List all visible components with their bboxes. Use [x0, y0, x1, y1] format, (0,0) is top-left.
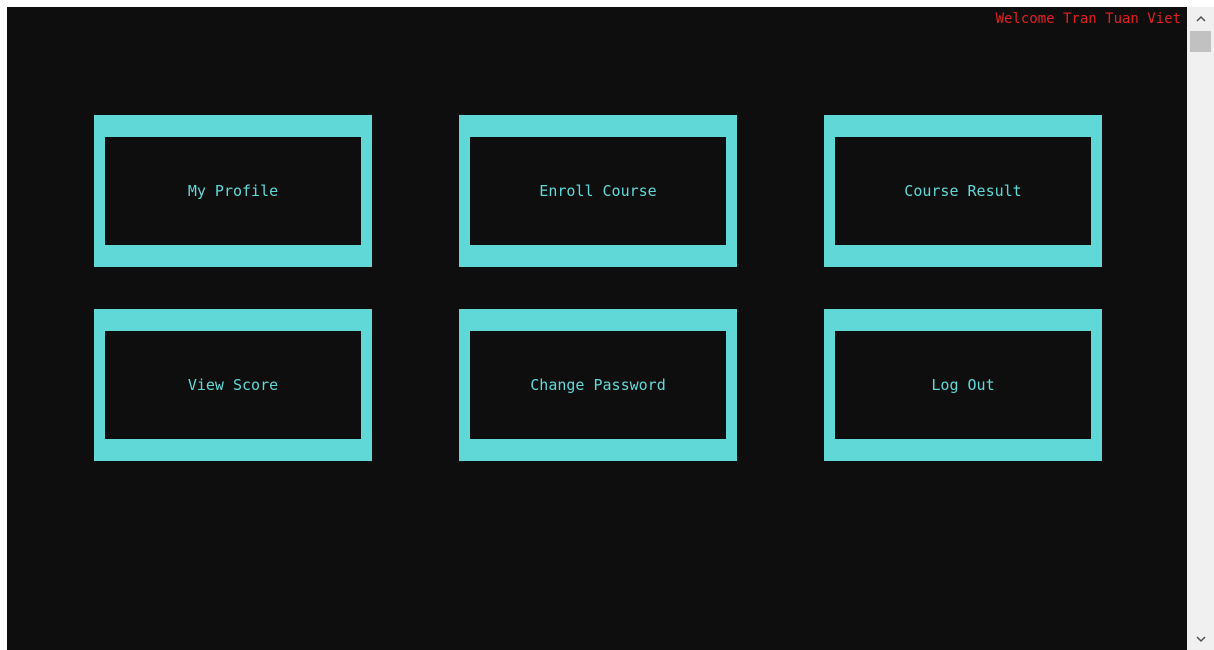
change-password-label: Change Password — [530, 376, 666, 394]
my-profile-label: My Profile — [187, 182, 279, 200]
course-result-button[interactable]: Course Result — [824, 115, 1102, 267]
change-password-button[interactable]: Change Password — [459, 309, 737, 461]
course-result-label: Course Result — [904, 182, 1022, 200]
scroll-down-button[interactable] — [1187, 628, 1214, 650]
log-out-label: Log Out — [931, 376, 995, 394]
browser-window: Welcome Tran Tuan Viet My Profile Enroll… — [0, 0, 1214, 650]
chevron-down-icon — [1195, 633, 1206, 646]
scroll-up-button[interactable] — [1187, 7, 1214, 29]
my-profile-button[interactable]: My Profile — [94, 115, 372, 267]
log-out-button[interactable]: Log Out — [824, 309, 1102, 461]
scrollbar-thumb[interactable] — [1190, 31, 1211, 52]
enroll-course-label: Enroll Course — [539, 182, 657, 200]
page-viewport: Welcome Tran Tuan Viet My Profile Enroll… — [7, 7, 1187, 650]
welcome-message: Welcome Tran Tuan Viet — [995, 11, 1181, 27]
vertical-scrollbar[interactable] — [1187, 7, 1214, 650]
view-score-label: View Score — [187, 376, 279, 394]
view-score-button[interactable]: View Score — [94, 309, 372, 461]
enroll-course-button[interactable]: Enroll Course — [459, 115, 737, 267]
chevron-up-icon — [1195, 12, 1206, 25]
